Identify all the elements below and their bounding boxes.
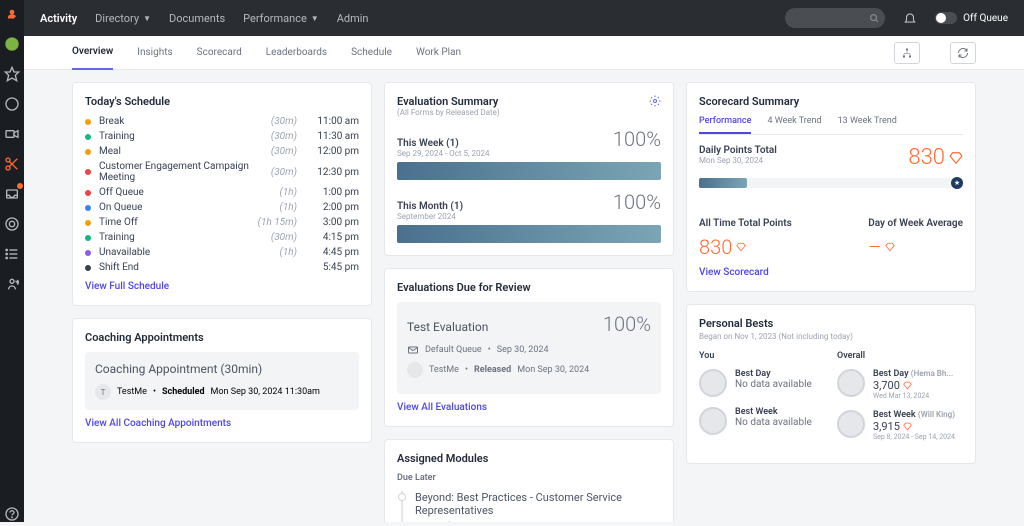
- tab-admin[interactable]: Admin: [337, 12, 369, 25]
- avatar: [837, 410, 865, 438]
- sidebar-help-icon[interactable]: [4, 506, 20, 522]
- avatar: [699, 369, 727, 397]
- sidebar-list-icon[interactable]: [4, 246, 20, 262]
- schedule-row: Customer Engagement Campaign Meeting(30m…: [85, 161, 359, 183]
- pb-you-item: Best WeekNo data available: [699, 407, 825, 435]
- sidebar-profile-icon[interactable]: [4, 36, 20, 52]
- view-scorecard-link[interactable]: View Scorecard: [699, 267, 769, 278]
- sidebar-scissors-icon[interactable]: [4, 156, 20, 172]
- sidebar-video-icon[interactable]: [4, 126, 20, 142]
- scorecard-summary-card: Scorecard Summary Performance 4 Week Tre…: [686, 82, 976, 292]
- subtab-workplan[interactable]: Work Plan: [416, 36, 461, 70]
- schedule-row: On Queue(1h)2:00 pm: [85, 202, 359, 213]
- subtab-overview[interactable]: Overview: [72, 36, 113, 70]
- sidebar-lifebuoy-icon[interactable]: [4, 216, 20, 232]
- tab-activity[interactable]: Activity: [40, 12, 77, 25]
- sc-tab-4week[interactable]: 4 Week Trend: [767, 116, 821, 134]
- tab-directory[interactable]: Directory▼: [95, 12, 151, 25]
- sub-navigation: Overview Insights Scorecard Leaderboards…: [24, 36, 1024, 70]
- search-input[interactable]: [785, 8, 885, 28]
- schedule-row: Time Off(1h 15m)3:00 pm: [85, 217, 359, 228]
- assigned-modules-card: Assigned Modules Due Later Beyond: Best …: [384, 439, 674, 522]
- schedule-title: Today's Schedule: [85, 95, 359, 108]
- pb-overall-item: Best Week (Will King)3,915 Sep 8, 2024 -…: [837, 410, 963, 441]
- evaluation-summary-card: Evaluation Summary(All Forms by Released…: [384, 82, 674, 256]
- subtab-leaderboards[interactable]: Leaderboards: [266, 36, 327, 70]
- module-item[interactable]: Beyond: Best Practices - Customer Servic…: [401, 491, 661, 522]
- avatar: [837, 369, 865, 397]
- month-progress-bar: [397, 225, 661, 243]
- view-evaluations-link[interactable]: View All Evaluations: [397, 402, 487, 413]
- star-badge-icon: ★: [951, 177, 963, 189]
- sc-tab-13week[interactable]: 13 Week Trend: [838, 116, 897, 134]
- tab-performance[interactable]: Performance▼: [243, 12, 319, 25]
- diamond-icon: [736, 242, 746, 252]
- pb-overall-item: Best Day (Hema Bh...3,700 Wed Mar 13, 20…: [837, 369, 963, 400]
- evaluations-due-card: Evaluations Due for Review Test Evaluati…: [384, 268, 674, 427]
- sidebar-inbox-icon[interactable]: [4, 186, 20, 202]
- queue-toggle[interactable]: Off Queue: [935, 12, 1008, 24]
- app-logo[interactable]: [5, 8, 19, 22]
- envelope-icon: [407, 344, 419, 356]
- sidebar-star-icon[interactable]: [4, 66, 20, 82]
- sidebar-broadcast-icon[interactable]: [4, 276, 20, 292]
- settings-icon[interactable]: [649, 95, 661, 107]
- refresh-button[interactable]: [950, 42, 976, 64]
- schedule-row: Unavailable(1h)4:45 pm: [85, 247, 359, 258]
- daily-points-bar: ★: [699, 178, 963, 188]
- schedule-row: Shift End5:45 pm: [85, 262, 359, 273]
- schedule-card: Today's Schedule Break(30m)11:00 am Train…: [72, 82, 372, 306]
- avatar: T: [95, 384, 111, 400]
- notifications-icon[interactable]: [903, 11, 917, 25]
- subtab-scorecard[interactable]: Scorecard: [197, 36, 242, 70]
- tab-documents[interactable]: Documents: [169, 12, 225, 25]
- personal-bests-card: Personal Bests Began on Nov 1, 2023 (Not…: [686, 304, 976, 464]
- side-navigation: [0, 0, 24, 522]
- coaching-card: Coaching Appointments Coaching Appointme…: [72, 318, 372, 443]
- avatar: [699, 407, 727, 435]
- schedule-row: Meal(30m)12:00 pm: [85, 146, 359, 157]
- hierarchy-button[interactable]: [894, 42, 920, 64]
- sc-tab-performance[interactable]: Performance: [699, 116, 751, 134]
- subtab-insights[interactable]: Insights: [137, 36, 172, 70]
- avatar: [407, 362, 423, 378]
- schedule-row: Off Queue(1h)1:00 pm: [85, 187, 359, 198]
- review-item[interactable]: Test Evaluation100% Default Queue•Sep 30…: [397, 302, 661, 394]
- top-navigation: Activity Directory▼ Documents Performanc…: [24, 0, 1024, 36]
- schedule-row: Break(30m)11:00 am: [85, 116, 359, 127]
- diamond-icon: [949, 151, 963, 165]
- schedule-row: Training(30m)4:15 pm: [85, 232, 359, 243]
- week-progress-bar: [397, 162, 661, 180]
- pb-you-item: Best DayNo data available: [699, 369, 825, 397]
- coaching-appointment[interactable]: Coaching Appointment (30min) TTestMe•Sch…: [85, 352, 359, 410]
- view-full-schedule-link[interactable]: View Full Schedule: [85, 281, 169, 292]
- sidebar-chat-icon[interactable]: [4, 96, 20, 112]
- subtab-schedule[interactable]: Schedule: [351, 36, 392, 70]
- view-coaching-link[interactable]: View All Coaching Appointments: [85, 418, 231, 429]
- coaching-title: Coaching Appointments: [85, 331, 359, 344]
- schedule-row: Training(30m)11:30 am: [85, 131, 359, 142]
- diamond-icon: [885, 242, 895, 252]
